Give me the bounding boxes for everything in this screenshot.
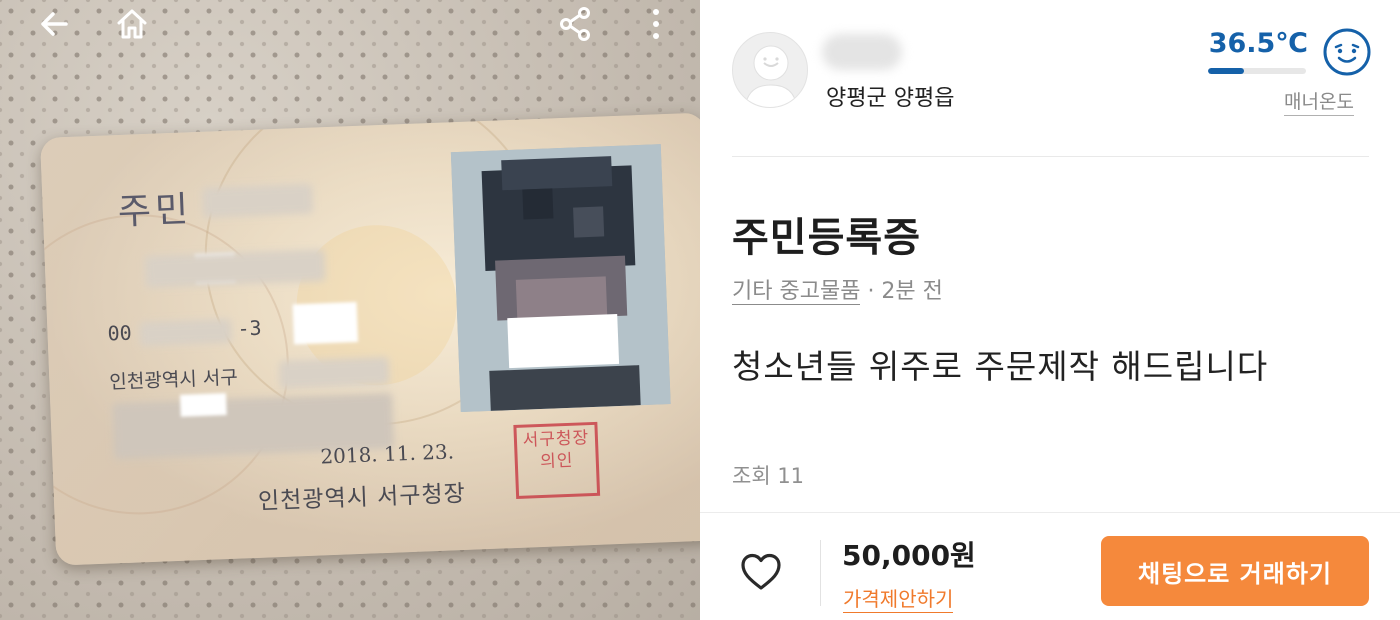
smiley-face-icon — [1322, 27, 1372, 77]
blurred-id-number — [139, 318, 233, 347]
default-avatar-icon — [744, 45, 798, 107]
listing-photo[interactable]: 주민 00 -3 인천광역시 서구 2018. 11. 23. 인천광역시 서구… — [0, 0, 700, 620]
id-number-middle: -3 — [237, 315, 262, 341]
home-icon[interactable] — [112, 4, 152, 44]
item-meta: 기타 중고물품 · 2분 전 — [732, 273, 943, 305]
back-arrow-icon[interactable] — [34, 4, 74, 44]
seller-name[interactable] — [822, 34, 902, 70]
id-number-prefix: 00 — [107, 320, 133, 346]
price: 50,000원 — [842, 539, 976, 572]
blurred-id-photo — [450, 144, 671, 413]
divider — [732, 156, 1369, 157]
heart-icon — [741, 553, 781, 590]
temperature-bar-fill — [1208, 68, 1244, 74]
issuer: 인천광역시 서구청장 — [257, 480, 467, 515]
chat-trade-button[interactable]: 채팅으로 거래하기 — [1101, 536, 1369, 606]
time-ago: · 2분 전 — [867, 279, 943, 304]
blurred-address — [179, 393, 227, 417]
share-icon[interactable] — [555, 4, 595, 44]
temperature-bar — [1208, 68, 1306, 74]
listing-panel: 양평군 양평읍 36.5℃ 매너온도 주민등록증 기타 중고물품 · 2분 전 … — [700, 0, 1400, 620]
card-title: 주민 — [117, 189, 193, 234]
blurred-address — [278, 356, 390, 389]
item-title: 주민등록증 — [732, 215, 921, 261]
address-line: 인천광역시 서구 — [109, 366, 239, 394]
more-vertical-icon[interactable] — [638, 4, 674, 44]
manner-temperature-label[interactable]: 매너온도 — [1284, 87, 1354, 116]
manner-temperature: 36.5℃ — [1208, 28, 1308, 59]
footer-vertical-divider — [820, 540, 821, 606]
seller-location: 양평군 양평읍 — [826, 86, 955, 111]
blurred-id-number — [292, 301, 359, 345]
price-offer-link[interactable]: 가격제안하기 — [843, 583, 954, 613]
blurred-title — [202, 183, 314, 218]
footer-divider — [700, 512, 1400, 513]
category-link[interactable]: 기타 중고물품 — [732, 279, 861, 305]
avatar[interactable] — [732, 32, 808, 108]
like-button[interactable] — [736, 547, 786, 597]
id-card: 주민 00 -3 인천광역시 서구 2018. 11. 23. 인천광역시 서구… — [40, 112, 700, 566]
issue-date: 2018. 11. 23. — [319, 439, 455, 469]
view-count: 조회 11 — [732, 464, 805, 488]
official-seal: 서구청장의인 — [513, 421, 601, 499]
item-description: 청소년들 위주로 주문제작 해드립니다 — [732, 347, 1269, 386]
